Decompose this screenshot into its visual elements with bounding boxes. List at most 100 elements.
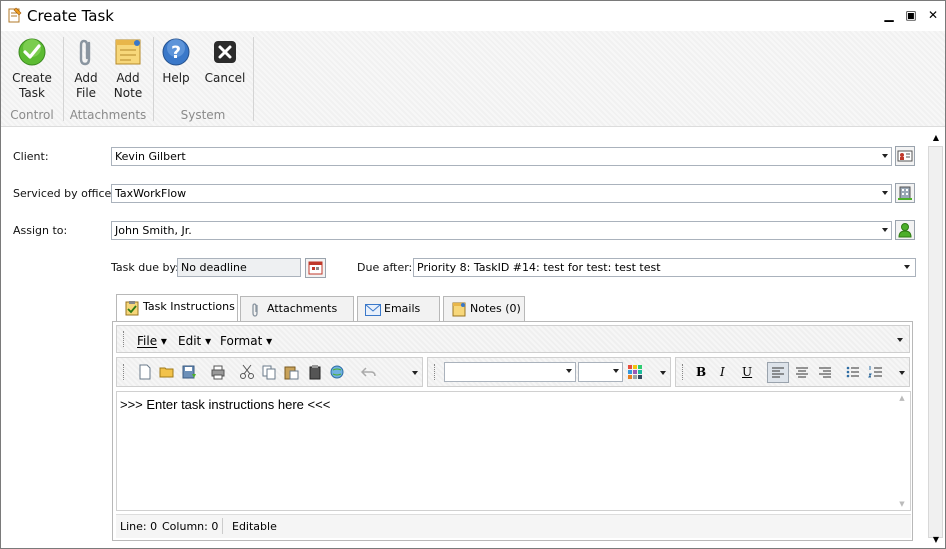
open-folder-icon[interactable] [159, 364, 175, 380]
assign-user-button[interactable] [895, 220, 915, 240]
font-name-select[interactable] [444, 362, 576, 382]
maximize-button[interactable]: ▣ [903, 7, 919, 23]
title-bar: Create Task ▁ ▣ ✕ [1, 1, 945, 31]
cancel-label: Cancel [204, 71, 246, 85]
group-label-attachments: Attachments [69, 108, 147, 122]
grip-handle[interactable] [434, 364, 435, 380]
check-icon [18, 38, 46, 66]
chevron-down-icon[interactable] [660, 371, 666, 375]
cut-icon[interactable] [239, 364, 255, 380]
scroll-down-icon: ▼ [899, 500, 905, 508]
paste-icon[interactable] [283, 364, 299, 380]
grip-handle[interactable] [123, 364, 124, 380]
task-edit-icon [8, 7, 22, 23]
grip-handle[interactable] [682, 364, 683, 380]
editor-toolbar-font [427, 357, 671, 387]
align-center-icon[interactable] [794, 364, 810, 380]
align-right-icon[interactable] [817, 364, 833, 380]
assign-label: Assign to: [13, 224, 68, 237]
assign-select[interactable]: John Smith, Jr. [111, 221, 892, 240]
office-select[interactable]: TaxWorkFlow [111, 184, 892, 203]
help-button[interactable]: ? Help [159, 37, 193, 86]
paste-special-icon[interactable] [307, 364, 323, 380]
client-select[interactable]: Kevin Gilbert [111, 147, 892, 166]
due-date-field[interactable]: No deadline [177, 258, 301, 277]
menu-file[interactable]: File ▾ [137, 334, 167, 348]
note-icon [452, 302, 466, 317]
group-label-control: Control [10, 108, 54, 122]
numbered-list-icon[interactable] [868, 364, 884, 380]
close-button[interactable]: ✕ [925, 7, 941, 23]
color-grid-icon[interactable] [627, 364, 643, 380]
tab-label: Task Instructions [143, 300, 235, 313]
chevron-down-icon[interactable] [412, 371, 418, 375]
office-button[interactable] [895, 183, 915, 203]
cancel-button[interactable]: Cancel [203, 37, 247, 86]
create-task-label-1: Create [12, 71, 52, 85]
underline-icon[interactable]: U [742, 365, 752, 379]
menu-format[interactable]: Format ▾ [220, 334, 272, 348]
undo-icon[interactable] [361, 364, 377, 380]
status-mode: Editable [232, 520, 277, 533]
ribbon-separator [253, 37, 254, 121]
tab-task-instructions[interactable]: Task Instructions [116, 294, 238, 322]
menu-format-label: Format [220, 334, 263, 348]
form-scrollbar[interactable] [928, 146, 943, 538]
italic-icon[interactable]: I [720, 365, 725, 379]
copy-icon[interactable] [261, 364, 277, 380]
tab-emails[interactable]: Emails (0) [357, 296, 440, 339]
instructions-textarea[interactable]: >>> Enter task instructions here <<< ▲ ▼ [116, 391, 911, 511]
due-after-select[interactable]: Priority 8: TaskID #14: test for test: t… [413, 258, 916, 277]
scroll-down-icon[interactable]: ▼ [929, 533, 943, 547]
add-note-button[interactable]: Add Note [109, 37, 147, 101]
ribbon-separator [153, 37, 154, 121]
status-divider [222, 518, 223, 534]
building-icon [898, 186, 912, 200]
chevron-down-icon [882, 154, 888, 158]
bold-icon[interactable]: B [696, 365, 706, 379]
font-size-select[interactable] [578, 362, 623, 382]
calendar-button[interactable] [305, 258, 326, 278]
chevron-down-icon[interactable] [897, 338, 903, 342]
minimize-button[interactable]: ▁ [881, 7, 897, 23]
web-link-icon[interactable] [329, 364, 345, 380]
status-line: Line: 0 [120, 520, 158, 533]
add-note-label-2: Note [113, 86, 143, 100]
new-document-icon[interactable] [137, 364, 153, 380]
add-file-button[interactable]: Add File [68, 37, 104, 101]
tab-attachments[interactable]: Attachments (0) [240, 296, 354, 339]
paperclip-icon [252, 303, 258, 317]
editor-toolbar-format: B I U [675, 357, 910, 387]
calendar-icon [308, 261, 323, 275]
editor-menu-bar: File ▾ Edit ▾ Format ▾ [116, 325, 910, 353]
paperclip-icon [79, 39, 91, 66]
chevron-down-icon[interactable] [899, 371, 905, 375]
grip-handle[interactable] [123, 331, 125, 347]
instructions-editor: File ▾ Edit ▾ Format ▾ B I U >>> Enter t… [112, 321, 913, 541]
add-file-label-2: File [75, 86, 97, 100]
menu-file-label: File [137, 334, 158, 348]
due-label: Task due by: [111, 261, 179, 274]
save-icon[interactable] [181, 364, 197, 380]
due-date-value: No deadline [181, 261, 247, 274]
menu-edit[interactable]: Edit ▾ [178, 334, 211, 348]
help-label: Help [162, 71, 190, 85]
clipboard-icon [125, 301, 139, 316]
svg-text:?: ? [171, 43, 181, 63]
bullet-list-icon[interactable] [845, 364, 861, 380]
print-icon[interactable] [210, 364, 226, 380]
client-card-button[interactable] [895, 146, 915, 166]
editor-status-bar: Line: 0 Column: 0 Editable [116, 514, 911, 538]
align-left-icon [772, 367, 784, 378]
align-left-button[interactable] [767, 362, 789, 383]
group-label-system: System [180, 108, 226, 122]
text-scrollbar[interactable]: ▲ ▼ [896, 394, 908, 508]
due-after-label: Due after: [357, 261, 413, 274]
create-task-button[interactable]: Create Task [10, 37, 54, 101]
add-file-label-1: Add [74, 71, 98, 85]
scroll-up-icon[interactable]: ▲ [929, 131, 943, 145]
window-title: Create Task [27, 7, 114, 25]
chevron-down-icon [566, 369, 572, 373]
tab-notes[interactable]: Notes (0) [443, 296, 525, 322]
instructions-text: >>> Enter task instructions here <<< [120, 397, 331, 412]
